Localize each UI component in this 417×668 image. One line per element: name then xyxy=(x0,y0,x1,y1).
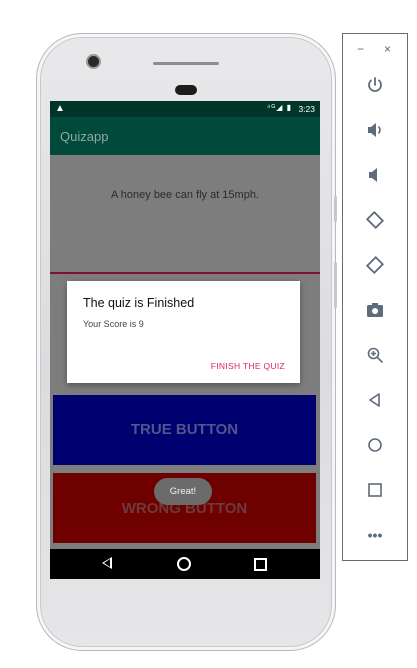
true-button-label: TRUE BUTTON xyxy=(130,421,239,438)
volume-down-icon[interactable] xyxy=(359,159,391,191)
close-button[interactable]: × xyxy=(384,42,391,56)
warning-icon: ▲ xyxy=(55,103,65,114)
dialog-title: The quiz is Finished xyxy=(83,296,195,310)
minimize-button[interactable]: − xyxy=(357,42,364,56)
home-icon[interactable] xyxy=(359,429,391,461)
nav-recents-icon[interactable] xyxy=(254,558,267,571)
navigation-bar xyxy=(50,549,320,579)
overview-icon[interactable] xyxy=(359,474,391,506)
app-bar: Quizapp xyxy=(50,117,320,155)
app-title: Quizapp xyxy=(60,129,109,144)
volume-side-button xyxy=(334,262,337,308)
question-text: A honey bee can fly at 15mph. xyxy=(111,189,259,201)
proximity-sensor xyxy=(175,85,197,95)
question-area: A honey bee can fly at 15mph. xyxy=(50,155,320,273)
emulator-toolbar: − × ••• xyxy=(342,33,408,561)
more-icon[interactable]: ••• xyxy=(359,519,391,551)
quiz-finished-dialog: The quiz is Finished Your Score is 9 FIN… xyxy=(67,281,300,383)
toast-message: Great! xyxy=(154,478,212,505)
signal-battery-icons: ⁴ᴳ◢ ▮ xyxy=(266,103,292,112)
power-side-button xyxy=(334,196,337,222)
nav-home-icon[interactable] xyxy=(177,557,191,571)
zoom-icon[interactable] xyxy=(359,339,391,371)
nav-back-icon[interactable] xyxy=(102,557,112,569)
volume-up-icon[interactable] xyxy=(359,114,391,146)
status-time: 3:23 xyxy=(298,104,315,114)
true-button[interactable]: TRUE BUTTON xyxy=(53,395,316,465)
earpiece-speaker xyxy=(153,62,219,65)
power-icon[interactable] xyxy=(359,69,391,101)
rotate-right-icon[interactable] xyxy=(359,249,391,281)
rotate-left-icon[interactable] xyxy=(359,204,391,236)
finish-quiz-button[interactable]: FINISH THE QUIZ xyxy=(211,361,285,371)
status-bar: ▲ ⁴ᴳ◢ ▮ 3:23 xyxy=(50,101,320,117)
camera-icon[interactable] xyxy=(359,294,391,326)
dialog-message: Your Score is 9 xyxy=(83,319,144,329)
back-icon[interactable] xyxy=(359,384,391,416)
front-camera-icon xyxy=(88,56,99,67)
question-divider xyxy=(50,272,320,274)
